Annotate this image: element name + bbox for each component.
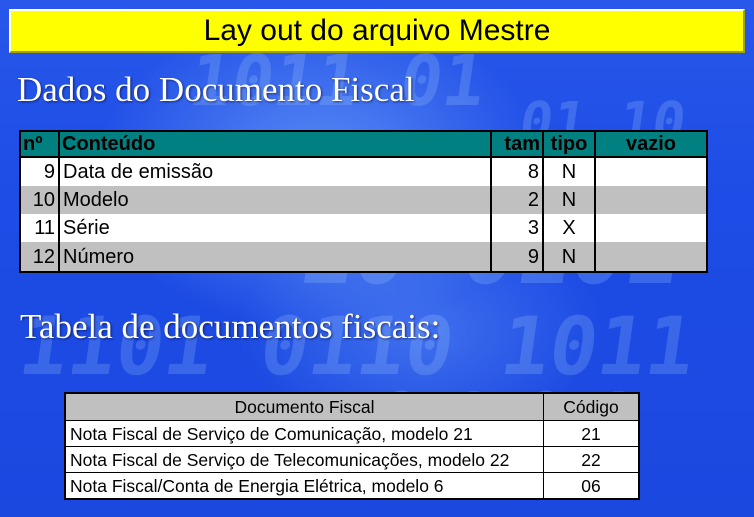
document-types-table: Documento Fiscal Código Nota Fiscal de S… bbox=[64, 392, 640, 500]
cell-num: 10 bbox=[19, 186, 60, 214]
cell-tam: 2 bbox=[490, 186, 544, 214]
cell-vazio bbox=[594, 242, 708, 273]
layout-table-header-row: nº Conteúdo tam tipo vazio bbox=[19, 130, 708, 158]
cell-conteudo: Modelo bbox=[58, 186, 492, 214]
header-documento-fiscal: Documento Fiscal bbox=[65, 393, 544, 421]
table-row: Nota Fiscal de Serviço de Comunicação, m… bbox=[65, 420, 639, 447]
section-heading-dados: Dados do Documento Fiscal bbox=[17, 70, 415, 109]
cell-tam: 9 bbox=[490, 242, 544, 273]
header-codigo: Código bbox=[543, 393, 639, 421]
cell-conteudo: Série bbox=[58, 214, 492, 242]
table-row: 12 Número 9 N bbox=[19, 242, 708, 273]
table-row: Nota Fiscal/Conta de Energia Elétrica, m… bbox=[65, 472, 639, 499]
cell-documento: Nota Fiscal/Conta de Energia Elétrica, m… bbox=[65, 472, 544, 499]
cell-num: 9 bbox=[19, 157, 60, 186]
cell-vazio bbox=[594, 214, 708, 242]
cell-num: 12 bbox=[19, 242, 60, 273]
cell-documento: Nota Fiscal de Serviço de Comunicação, m… bbox=[65, 420, 544, 447]
header-conteudo: Conteúdo bbox=[58, 130, 492, 158]
cell-tam: 3 bbox=[490, 214, 544, 242]
layout-table: nº Conteúdo tam tipo vazio 9 Data de emi… bbox=[19, 130, 708, 273]
document-types-header-row: Documento Fiscal Código bbox=[65, 393, 639, 421]
cell-conteudo: Número bbox=[58, 242, 492, 273]
section-heading-tabela: Tabela de documentos fiscais: bbox=[20, 307, 441, 346]
table-row: Nota Fiscal de Serviço de Telecomunicaçõ… bbox=[65, 446, 639, 473]
cell-documento: Nota Fiscal de Serviço de Telecomunicaçõ… bbox=[65, 446, 544, 473]
cell-codigo: 06 bbox=[543, 472, 639, 499]
cell-codigo: 22 bbox=[543, 446, 639, 473]
cell-vazio bbox=[594, 157, 708, 186]
header-tam: tam bbox=[490, 130, 544, 158]
slide-title: Lay out do arquivo Mestre bbox=[9, 9, 745, 53]
header-vazio: vazio bbox=[594, 130, 708, 158]
cell-tipo: X bbox=[542, 214, 596, 242]
cell-tipo: N bbox=[542, 242, 596, 273]
cell-codigo: 21 bbox=[543, 420, 639, 447]
cell-conteudo: Data de emissão bbox=[58, 157, 492, 186]
header-num: nº bbox=[19, 130, 60, 158]
cell-tipo: N bbox=[542, 157, 596, 186]
header-tipo: tipo bbox=[542, 130, 596, 158]
cell-tipo: N bbox=[542, 186, 596, 214]
cell-vazio bbox=[594, 186, 708, 214]
table-row: 11 Série 3 X bbox=[19, 214, 708, 242]
cell-tam: 8 bbox=[490, 157, 544, 186]
table-row: 10 Modelo 2 N bbox=[19, 186, 708, 214]
table-row: 9 Data de emissão 8 N bbox=[19, 157, 708, 186]
cell-num: 11 bbox=[19, 214, 60, 242]
